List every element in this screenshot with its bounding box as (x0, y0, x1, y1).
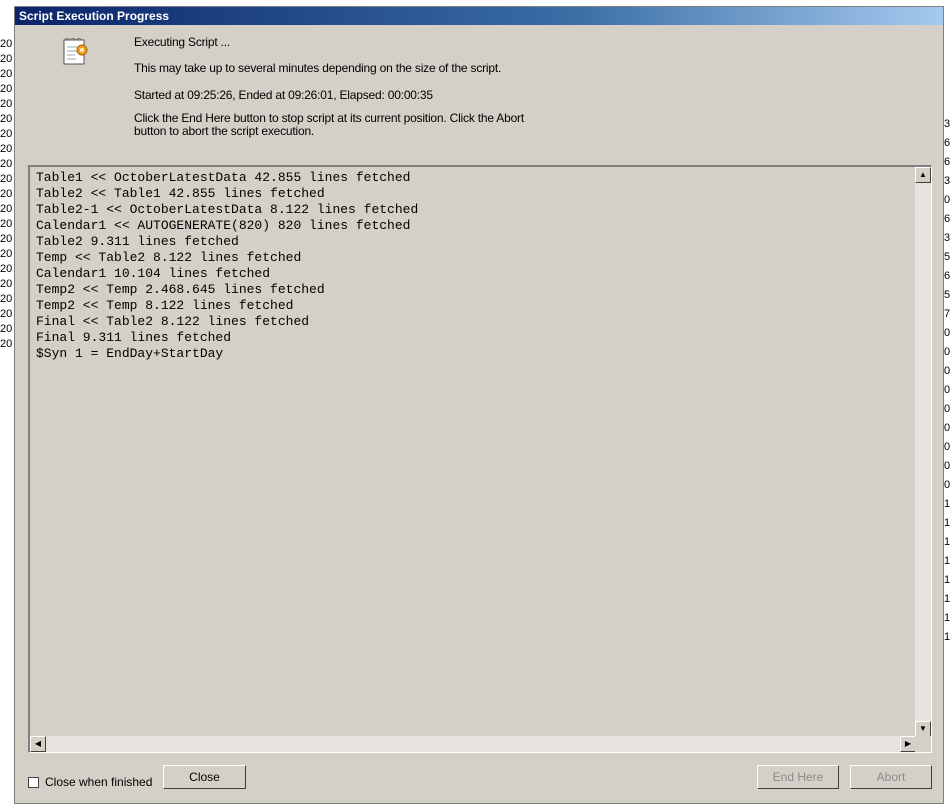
background-row: 20 (0, 308, 13, 320)
close-when-finished-option[interactable]: Close when finished (28, 775, 152, 789)
background-row: 1 (944, 536, 951, 548)
background-row: 20 (0, 143, 13, 155)
log-line: Final 9.311 lines fetched (36, 330, 232, 345)
background-row: 3 (944, 118, 951, 130)
script-log-panel[interactable]: Table1 << OctoberLatestData 42.855 lines… (28, 165, 932, 753)
dialog-title: Script Execution Progress (19, 9, 170, 23)
log-line: Temp << Table2 8.122 lines fetched (36, 250, 302, 265)
log-line: Table2 9.311 lines fetched (36, 234, 239, 249)
background-row: 0 (944, 460, 951, 472)
background-row: 20 (0, 248, 13, 260)
log-line: Calendar1 10.104 lines fetched (36, 266, 271, 281)
background-row: 20 (0, 338, 13, 350)
background-row: 20 (0, 53, 13, 65)
background-row: 20 (0, 98, 13, 110)
scroll-left-arrow-icon[interactable]: ◀ (30, 736, 46, 752)
scroll-down-arrow-icon[interactable]: ▼ (915, 721, 931, 737)
scroll-right-arrow-icon[interactable]: ▶ (900, 736, 916, 752)
background-row: 20 (0, 113, 13, 125)
log-line: Table2-1 << OctoberLatestData 8.122 line… (36, 202, 419, 217)
background-row: 5 (944, 251, 951, 263)
background-row: 0 (944, 194, 951, 206)
background-row: 20 (0, 128, 13, 140)
background-row: 20 (0, 263, 13, 275)
background-row: 20 (0, 293, 13, 305)
background-row: 20 (0, 38, 13, 50)
duration-note: This may take up to several minutes depe… (134, 61, 502, 75)
background-row: 6 (944, 137, 951, 149)
background-row: 1 (944, 631, 951, 643)
close-button[interactable]: Close (163, 765, 246, 789)
script-log-lines: Table1 << OctoberLatestData 42.855 lines… (36, 170, 418, 362)
background-row: 20 (0, 68, 13, 80)
background-row: 1 (944, 498, 951, 510)
background-row: 0 (944, 327, 951, 339)
background-row: 20 (0, 323, 13, 335)
log-line: $Syn 1 = EndDay+StartDay (36, 346, 224, 361)
background-row: 7 (944, 308, 951, 320)
background-row: 0 (944, 403, 951, 415)
background-row: 0 (944, 365, 951, 377)
dialog-title-bar[interactable]: Script Execution Progress (15, 7, 943, 25)
instructions-line-2: button to abort the script execution. (134, 124, 315, 138)
horizontal-scrollbar[interactable]: ◀ ▶ (30, 736, 916, 752)
background-row: 0 (944, 346, 951, 358)
background-row: 0 (944, 479, 951, 491)
close-when-finished-checkbox[interactable] (28, 776, 39, 788)
background-row: 0 (944, 384, 951, 396)
background-row: 20 (0, 173, 13, 185)
log-line: Calendar1 << AUTOGENERATE(820) 820 lines… (36, 218, 411, 233)
close-when-finished-label: Close when finished (45, 775, 153, 789)
background-row: 1 (944, 574, 951, 586)
background-row: 5 (944, 289, 951, 301)
vertical-scrollbar[interactable]: ▲ ▼ (915, 167, 931, 737)
background-row: 1 (944, 593, 951, 605)
background-row: 20 (0, 218, 13, 230)
log-line: Temp2 << Temp 2.468.645 lines fetched (36, 282, 325, 297)
background-row: 1 (944, 555, 951, 567)
background-row: 20 (0, 158, 13, 170)
log-line: Temp2 << Temp 8.122 lines fetched (36, 298, 294, 313)
background-row: 6 (944, 270, 951, 282)
abort-button[interactable]: Abort (850, 765, 932, 789)
background-row: 20 (0, 233, 13, 245)
background-row: 20 (0, 188, 13, 200)
background-row: 3 (944, 232, 951, 244)
instructions-line-1: Click the End Here button to stop script… (134, 111, 524, 125)
scrollbar-corner (915, 736, 931, 752)
background-row: 1 (944, 517, 951, 529)
scroll-up-arrow-icon[interactable]: ▲ (915, 167, 931, 183)
background-left-column: 20 20 20 20 20 20 20 20 20 20 20 20 20 20 20 20 20 20 20 20… (0, 0, 14, 812)
background-row: 20 (0, 203, 13, 215)
script-execution-dialog: Script Execution Progress Executing Scri… (14, 6, 944, 804)
executing-status: Executing Script ... (134, 35, 231, 49)
background-row: 3 (944, 175, 951, 187)
log-line: Table2 << Table1 42.855 lines fetched (36, 186, 325, 201)
background-row: 20 (0, 278, 13, 290)
script-gear-icon (63, 38, 88, 65)
log-line: Table1 << OctoberLatestData 42.855 lines… (36, 170, 411, 185)
end-here-button[interactable]: End Here (757, 765, 839, 789)
timing-summary: Started at 09:25:26, Ended at 09:26:01, … (134, 88, 433, 102)
background-row: 20 (0, 83, 13, 95)
background-row: 0 (944, 441, 951, 453)
background-row: 0 (944, 422, 951, 434)
background-row: 6 (944, 156, 951, 168)
log-line: Final << Table2 8.122 lines fetched (36, 314, 310, 329)
background-row: 6 (944, 213, 951, 225)
background-row: 1 (944, 612, 951, 624)
